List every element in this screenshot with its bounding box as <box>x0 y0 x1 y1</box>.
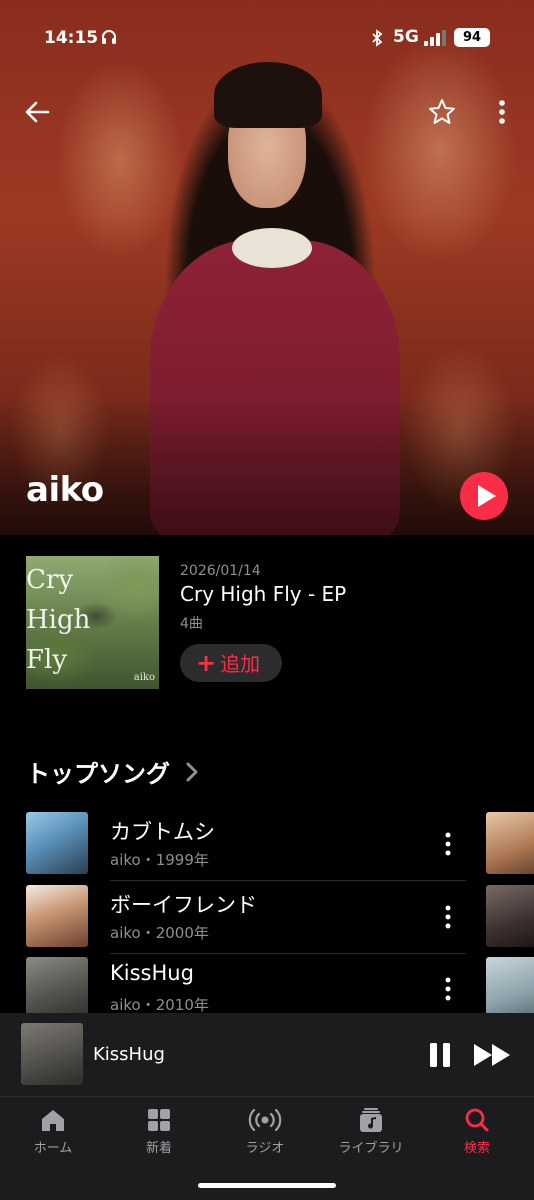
tab-search[interactable]: 検索 <box>424 1107 530 1167</box>
add-button[interactable]: + 追加 <box>180 644 282 682</box>
next-column-artwork[interactable] <box>486 812 534 874</box>
radio-icon <box>248 1108 282 1132</box>
play-icon <box>478 485 496 507</box>
back-arrow-icon[interactable] <box>22 96 54 128</box>
bluetooth-icon <box>372 29 383 47</box>
tab-library[interactable]: ライブラリ <box>318 1107 424 1167</box>
chevron-right-icon[interactable] <box>184 760 200 784</box>
artist-hero-image <box>0 0 534 535</box>
battery-indicator: 94 <box>454 28 490 47</box>
status-bar: 14:15 5G 94 <box>0 0 534 76</box>
artist-screen: 14:15 5G 94 aiko Cry High Fly aiko 2026/… <box>0 0 534 1200</box>
play-button[interactable] <box>460 472 508 520</box>
divider <box>110 953 466 954</box>
tab-label: 新着 <box>145 1141 172 1156</box>
song-row[interactable]: ボーイフレンド aiko・2000年 <box>0 885 534 957</box>
song-title: ボーイフレンド <box>110 893 257 917</box>
grid-icon <box>148 1109 170 1131</box>
release-artwork-sub: aiko <box>133 672 155 683</box>
tab-label: 検索 <box>463 1141 490 1156</box>
release-artwork-text: Cry High Fly <box>26 565 91 675</box>
tab-label: ラジオ <box>245 1141 285 1156</box>
pause-icon[interactable] <box>428 1041 452 1069</box>
song-subtitle: aiko・2000年 <box>110 924 209 942</box>
more-vertical-icon[interactable] <box>436 830 460 858</box>
top-songs-title[interactable]: トップソング <box>26 754 170 789</box>
release-artwork[interactable]: Cry High Fly aiko <box>26 556 159 689</box>
artist-name: aiko <box>26 470 104 510</box>
tab-radio[interactable]: ラジオ <box>212 1107 318 1167</box>
divider <box>110 880 466 881</box>
more-vertical-icon[interactable] <box>436 903 460 931</box>
headphone-icon <box>102 30 116 44</box>
now-playing-artwork <box>21 1023 83 1085</box>
song-title: カブトムシ <box>110 820 215 844</box>
network-type: 5G <box>393 27 419 47</box>
status-time: 14:15 <box>44 28 99 48</box>
song-artwork <box>26 957 88 1019</box>
tab-label: ホーム <box>33 1141 73 1156</box>
hero-collar <box>232 228 312 268</box>
release-track-count: 4曲 <box>180 616 203 632</box>
fast-forward-icon[interactable] <box>472 1041 514 1069</box>
song-subtitle: aiko・2010年 <box>110 996 209 1014</box>
song-artwork <box>26 812 88 874</box>
tab-label: ライブラリ <box>338 1141 404 1156</box>
song-row[interactable]: カブトムシ aiko・1999年 <box>0 812 534 884</box>
mini-player[interactable]: KissHug <box>0 1013 534 1096</box>
next-column-artwork[interactable] <box>486 885 534 947</box>
song-artwork <box>26 885 88 947</box>
next-column-artwork[interactable] <box>486 957 534 1019</box>
library-icon <box>360 1108 382 1132</box>
home-indicator <box>198 1183 336 1188</box>
release-title[interactable]: Cry High Fly - EP <box>180 582 346 606</box>
signal-icon <box>424 30 446 46</box>
house-icon <box>42 1110 64 1131</box>
release-date: 2026/01/14 <box>180 563 261 579</box>
tab-home[interactable]: ホーム <box>0 1107 106 1167</box>
tab-new[interactable]: 新着 <box>106 1107 212 1167</box>
now-playing-title: KissHug <box>93 1044 165 1065</box>
plus-icon: + <box>196 649 217 677</box>
search-icon <box>465 1108 489 1132</box>
song-subtitle: aiko・1999年 <box>110 851 209 869</box>
song-title: KissHug <box>110 961 194 985</box>
more-vertical-icon[interactable] <box>436 975 460 1003</box>
hero-shade <box>0 395 534 535</box>
add-button-label: 追加 <box>220 652 261 676</box>
star-icon[interactable] <box>426 96 458 128</box>
more-vertical-icon[interactable] <box>488 96 516 128</box>
